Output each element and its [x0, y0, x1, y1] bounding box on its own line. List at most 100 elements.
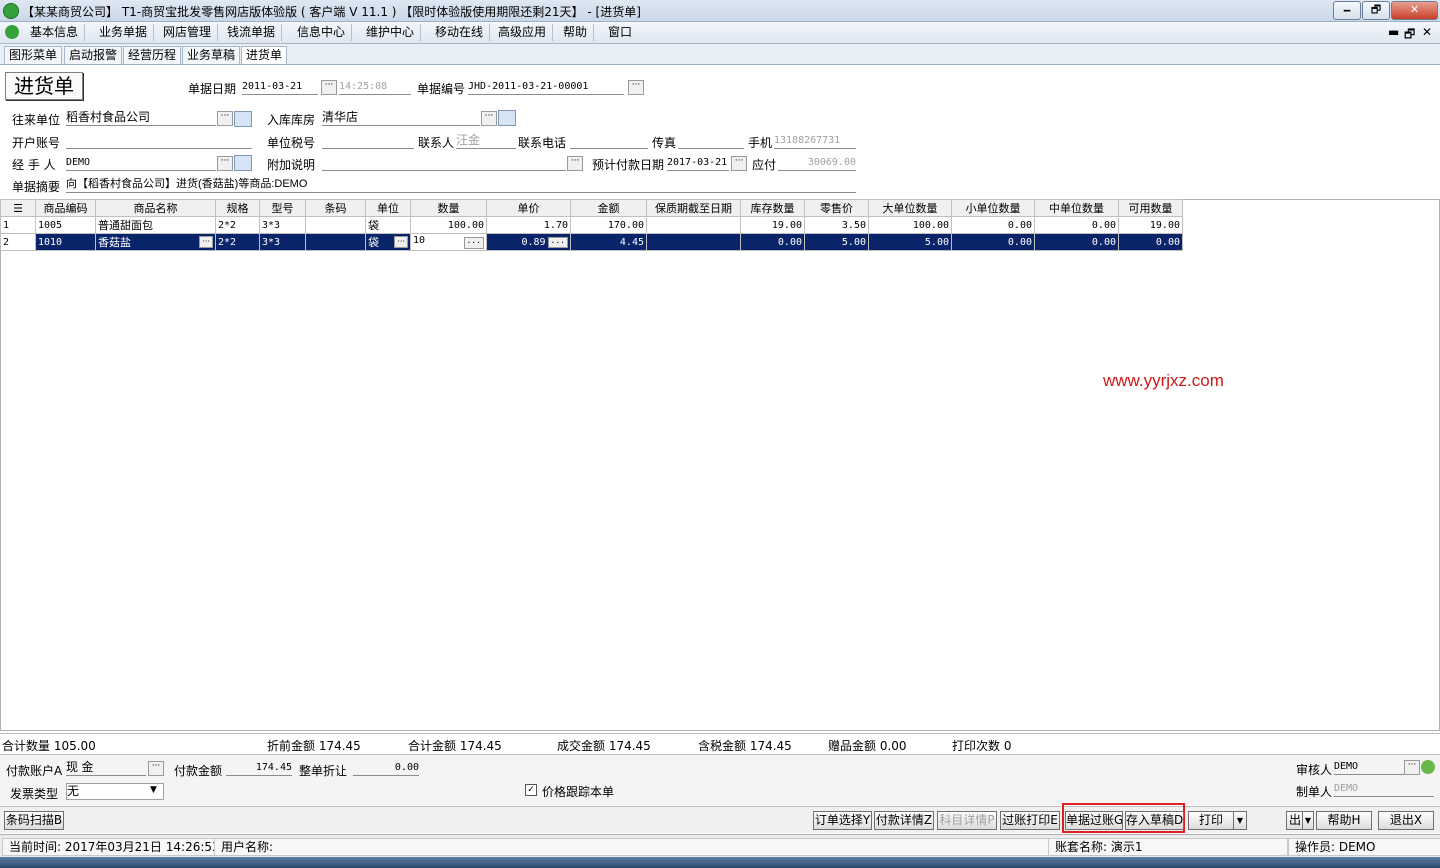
docno-button[interactable]: ··· [628, 80, 644, 95]
mobile-field[interactable]: 13188267731 [774, 133, 856, 149]
name-ellipsis-button[interactable]: ··· [199, 236, 213, 248]
col-big-unit[interactable]: 大单位数量 [868, 199, 952, 217]
cell-model[interactable]: 3*3 [259, 233, 306, 251]
col-available[interactable]: 可用数量 [1118, 199, 1183, 217]
cell-small-unit[interactable]: 0.00 [951, 233, 1035, 251]
col-price[interactable]: 单价 [486, 199, 571, 217]
col-unit[interactable]: 单位 [365, 199, 411, 217]
cell-expiry[interactable] [646, 216, 741, 234]
barcode-scan-button[interactable]: 条码扫描B [4, 811, 64, 830]
paydate-picker-button[interactable]: ··· [731, 156, 747, 171]
note-field[interactable] [322, 155, 566, 171]
unit-ellipsis-button[interactable]: ··· [394, 236, 408, 248]
order-select-button[interactable]: 订单选择Y [813, 811, 872, 830]
cell-spec[interactable]: 2*2 [215, 216, 260, 234]
save-draft-button[interactable]: 存入草稿D [1125, 811, 1184, 830]
cell-code[interactable]: 1010 [35, 233, 96, 251]
cell-barcode[interactable] [305, 233, 366, 251]
tab-purchase-order[interactable]: 进货单 [241, 46, 288, 64]
cell-name[interactable]: 香菇盐 ··· [95, 233, 216, 251]
print-menu-chevron-icon[interactable]: ▼ [1233, 811, 1247, 830]
note-button[interactable]: ··· [567, 156, 583, 171]
cell-spec[interactable]: 2*2 [215, 233, 260, 251]
track-price-checkbox[interactable]: ✓ [525, 784, 537, 796]
close-window-button[interactable]: ✕ [1391, 1, 1438, 20]
minimize-button[interactable]: 🗕 [1333, 1, 1361, 20]
partner-info-icon[interactable] [234, 111, 252, 127]
cell-price[interactable]: 0.89 ··· [486, 233, 571, 251]
phone-field[interactable] [570, 133, 648, 149]
cell-available[interactable]: 0.00 [1118, 233, 1183, 251]
cell-expiry[interactable] [646, 233, 741, 251]
cell-mid-unit[interactable]: 0.00 [1034, 233, 1119, 251]
tab-graphic-menu[interactable]: 图形菜单 [4, 46, 63, 64]
subject-detail-button[interactable]: 科目详情P [937, 811, 997, 830]
paydate-field[interactable]: 2017-03-21 [667, 155, 729, 171]
cell-unit[interactable]: 袋 [365, 216, 411, 234]
cell-name[interactable]: 普通甜面包 [95, 216, 216, 234]
cell-price[interactable]: 1.70 [486, 216, 571, 234]
menu-mobile-online[interactable]: 移动在线 [429, 24, 491, 41]
summary-field[interactable]: 向【稻香村食品公司】进货(香菇盐)等商品:DEMO [66, 177, 856, 193]
menu-basic-info[interactable]: 基本信息 [24, 24, 86, 41]
discount-field[interactable]: 0.00 [353, 760, 419, 776]
cell-qty[interactable]: 100.00 [410, 216, 487, 234]
col-retail[interactable]: 零售价 [804, 199, 869, 217]
restore-button[interactable]: 🗗 [1362, 1, 1390, 20]
cell-retail[interactable]: 3.50 [804, 216, 869, 234]
qty-ellipsis-button[interactable]: ··· [463, 237, 484, 249]
grid-corner-icon[interactable]: ☰ [0, 199, 36, 217]
cell-big-unit[interactable]: 5.00 [868, 233, 952, 251]
mdi-restore-icon[interactable]: 🗗 [1404, 25, 1415, 46]
menu-maintenance[interactable]: 维护中心 [360, 24, 422, 41]
cell-amount[interactable]: 4.45 [570, 233, 647, 251]
add-user-icon[interactable] [1421, 760, 1435, 774]
handler-select-button[interactable]: ··· [217, 156, 233, 171]
table-row[interactable]: 1 1005 普通甜面包 2*2 3*3 袋 100.00 1.70 170.0… [0, 216, 1183, 234]
col-amount[interactable]: 金额 [570, 199, 647, 217]
col-mid-unit[interactable]: 中单位数量 [1034, 199, 1119, 217]
cell-small-unit[interactable]: 0.00 [951, 216, 1035, 234]
col-expiry[interactable]: 保质期截至日期 [646, 199, 741, 217]
tab-drafts[interactable]: 业务草稿 [182, 46, 241, 64]
mdi-close-icon[interactable]: ✕ [1422, 25, 1432, 39]
menu-help[interactable]: 帮助 [557, 24, 595, 41]
col-model[interactable]: 型号 [259, 199, 306, 217]
partner-field[interactable]: 稻香村食品公司 [66, 110, 216, 126]
pay-account-field[interactable]: 现 金 [66, 760, 146, 776]
cell-qty-editor[interactable]: 10 ··· [410, 233, 487, 251]
col-stock[interactable]: 库存数量 [740, 199, 805, 217]
warehouse-select-button[interactable]: ··· [481, 111, 497, 126]
date-picker-button[interactable]: ··· [321, 80, 337, 95]
date-field[interactable]: 2011-03-21 [242, 79, 318, 95]
contact-field[interactable]: 汪金 [456, 133, 516, 149]
mdi-minimize-icon[interactable]: ▬ [1388, 25, 1399, 39]
menu-window[interactable]: 窗口 [602, 24, 638, 41]
cell-mid-unit[interactable]: 0.00 [1034, 216, 1119, 234]
price-ellipsis-button[interactable]: ··· [547, 236, 568, 248]
warehouse-home-icon[interactable] [498, 110, 516, 126]
taxno-field[interactable] [322, 133, 414, 149]
menu-business-docs[interactable]: 业务单据 [93, 24, 155, 41]
chevron-down-icon[interactable]: ▼ [150, 785, 157, 795]
cell-unit[interactable]: 袋 ··· [365, 233, 411, 251]
handler-search-icon[interactable] [234, 155, 252, 171]
pay-amount-field[interactable]: 174.45 [226, 760, 292, 776]
warehouse-field[interactable]: 清华店 [322, 110, 480, 126]
col-qty[interactable]: 数量 [410, 199, 487, 217]
help-button[interactable]: 帮助H [1316, 811, 1372, 830]
table-row-selected[interactable]: 2 1010 香菇盐 ··· 2*2 3*3 袋 ··· 10 ··· 0.89 ···… [0, 233, 1183, 251]
col-barcode[interactable]: 条码 [305, 199, 366, 217]
account-field[interactable] [66, 133, 252, 149]
pay-detail-button[interactable]: 付款详情Z [874, 811, 934, 830]
auditor-field[interactable]: DEMO [1334, 759, 1404, 775]
col-code[interactable]: 商品编码 [35, 199, 96, 217]
cell-big-unit[interactable]: 100.00 [868, 216, 952, 234]
cell-stock[interactable]: 19.00 [740, 216, 805, 234]
cell-available[interactable]: 19.00 [1118, 216, 1183, 234]
tab-startup-alarm[interactable]: 启动报警 [64, 46, 123, 64]
col-small-unit[interactable]: 小单位数量 [951, 199, 1035, 217]
export-menu-chevron-icon[interactable]: ▼ [1302, 811, 1314, 830]
fax-field[interactable] [678, 133, 744, 149]
cell-barcode[interactable] [305, 216, 366, 234]
